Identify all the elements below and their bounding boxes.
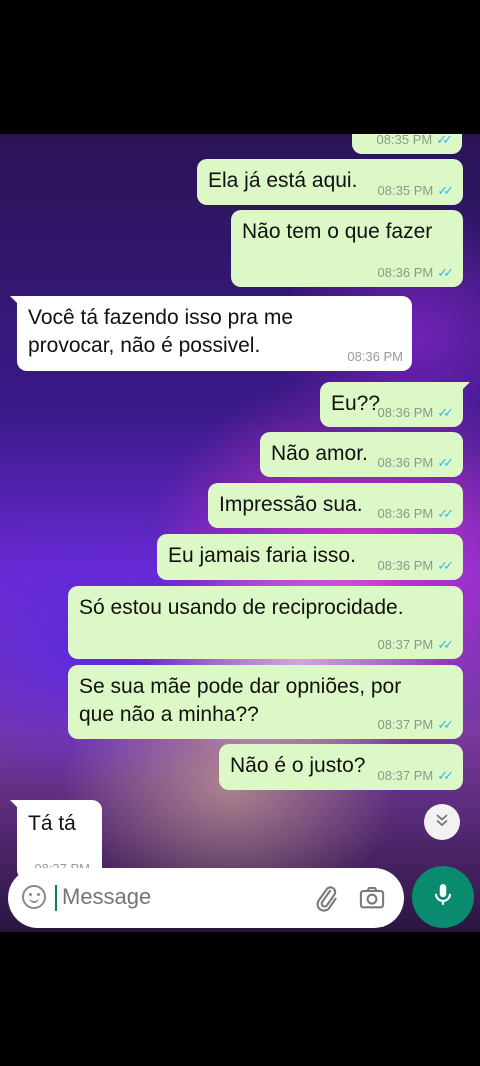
microphone-icon (430, 882, 456, 913)
double-check-icon: ✓✓ (437, 558, 454, 573)
chat-area[interactable]: 08:35 PM ✓✓ Ela já está aqui. 08:35 PM ✓✓ … (0, 134, 480, 932)
double-check-icon: ✓✓ (437, 637, 454, 652)
message-text: Se sua mãe pode dar opniões, por que não… (79, 675, 402, 726)
message-outgoing[interactable]: Não amor. 08:36 PM ✓✓ (260, 432, 463, 477)
message-time: 08:36 PM (377, 405, 434, 420)
message-text: Impressão sua. (219, 493, 363, 516)
message-outgoing[interactable]: Ela já está aqui. 08:35 PM ✓✓ (197, 159, 463, 205)
bubble-tail (460, 382, 470, 392)
double-check-icon: ✓✓ (437, 717, 454, 732)
message-meta: 08:37 PM ✓✓ (378, 638, 454, 652)
message-input[interactable] (60, 883, 294, 911)
message-outgoing[interactable]: Só estou usando de reciprocidade. 08:37 … (68, 586, 463, 659)
message-time: 08:37 PM (377, 717, 434, 732)
scroll-to-bottom-button[interactable] (424, 804, 460, 840)
message-meta: 08:36 PM (347, 350, 403, 364)
camera-icon[interactable] (358, 884, 386, 912)
text-cursor (55, 885, 57, 911)
message-text: Tá tá (28, 812, 76, 835)
double-check-icon: ✓✓ (436, 134, 453, 147)
double-check-icon: ✓✓ (437, 768, 454, 783)
message-meta: 08:36 PM ✓✓ (378, 559, 454, 573)
emoji-icon[interactable] (22, 885, 46, 909)
message-time: 08:36 PM (377, 455, 434, 470)
message-time: 08:37 PM (377, 637, 434, 652)
message-time: 08:35 PM (377, 183, 434, 198)
message-meta: 08:36 PM ✓✓ (378, 406, 454, 420)
paperclip-icon[interactable] (312, 884, 340, 912)
double-check-icon: ✓✓ (437, 455, 454, 470)
message-text: Você tá fazendo isso pra me provocar, nã… (28, 306, 293, 357)
message-outgoing[interactable]: 08:35 PM ✓✓ (352, 134, 462, 154)
message-text: Não tem o que fazer (242, 220, 433, 243)
message-outgoing[interactable]: Não tem o que fazer 08:36 PM ✓✓ (231, 210, 463, 287)
message-text: Só estou usando de reciprocidade. (79, 596, 404, 619)
message-text: Não amor. (271, 442, 368, 465)
message-outgoing[interactable]: Não é o justo? 08:37 PM ✓✓ (219, 744, 463, 790)
message-incoming[interactable]: Você tá fazendo isso pra me provocar, nã… (10, 296, 412, 371)
message-meta: 08:36 PM ✓✓ (378, 266, 454, 280)
mic-button[interactable] (412, 866, 474, 928)
message-meta: 08:35 PM ✓✓ (377, 134, 453, 147)
message-time: 08:36 PM (347, 349, 403, 364)
double-check-icon: ✓✓ (437, 405, 454, 420)
message-time: 08:36 PM (377, 506, 434, 521)
message-meta: 08:36 PM ✓✓ (378, 507, 454, 521)
message-time: 08:35 PM (376, 134, 433, 147)
message-time: 08:36 PM (377, 265, 434, 280)
message-text: Eu jamais faria isso. (168, 544, 356, 567)
double-check-icon: ✓✓ (437, 183, 454, 198)
message-text: Ela já está aqui. (208, 169, 358, 192)
message-composer (8, 868, 404, 928)
message-outgoing[interactable]: Eu?? 08:36 PM ✓✓ (320, 382, 470, 427)
message-time: 08:36 PM (377, 558, 434, 573)
message-text: Eu?? (331, 392, 381, 415)
message-outgoing[interactable]: Eu jamais faria isso. 08:36 PM ✓✓ (157, 534, 463, 580)
message-meta: 08:36 PM ✓✓ (378, 456, 454, 470)
message-meta: 08:37 PM ✓✓ (378, 769, 454, 783)
double-check-icon: ✓✓ (437, 265, 454, 280)
bubble-tail (10, 296, 20, 306)
message-meta: 08:37 PM ✓✓ (378, 718, 454, 732)
chevron-double-down-icon (434, 812, 450, 833)
message-outgoing[interactable]: Impressão sua. 08:36 PM ✓✓ (208, 483, 463, 528)
message-text: Não é o justo? (230, 754, 366, 777)
bubble-tail (10, 800, 20, 810)
message-meta: 08:35 PM ✓✓ (378, 184, 454, 198)
message-outgoing[interactable]: Se sua mãe pode dar opniões, por que não… (68, 665, 463, 739)
double-check-icon: ✓✓ (437, 506, 454, 521)
message-time: 08:37 PM (377, 768, 434, 783)
